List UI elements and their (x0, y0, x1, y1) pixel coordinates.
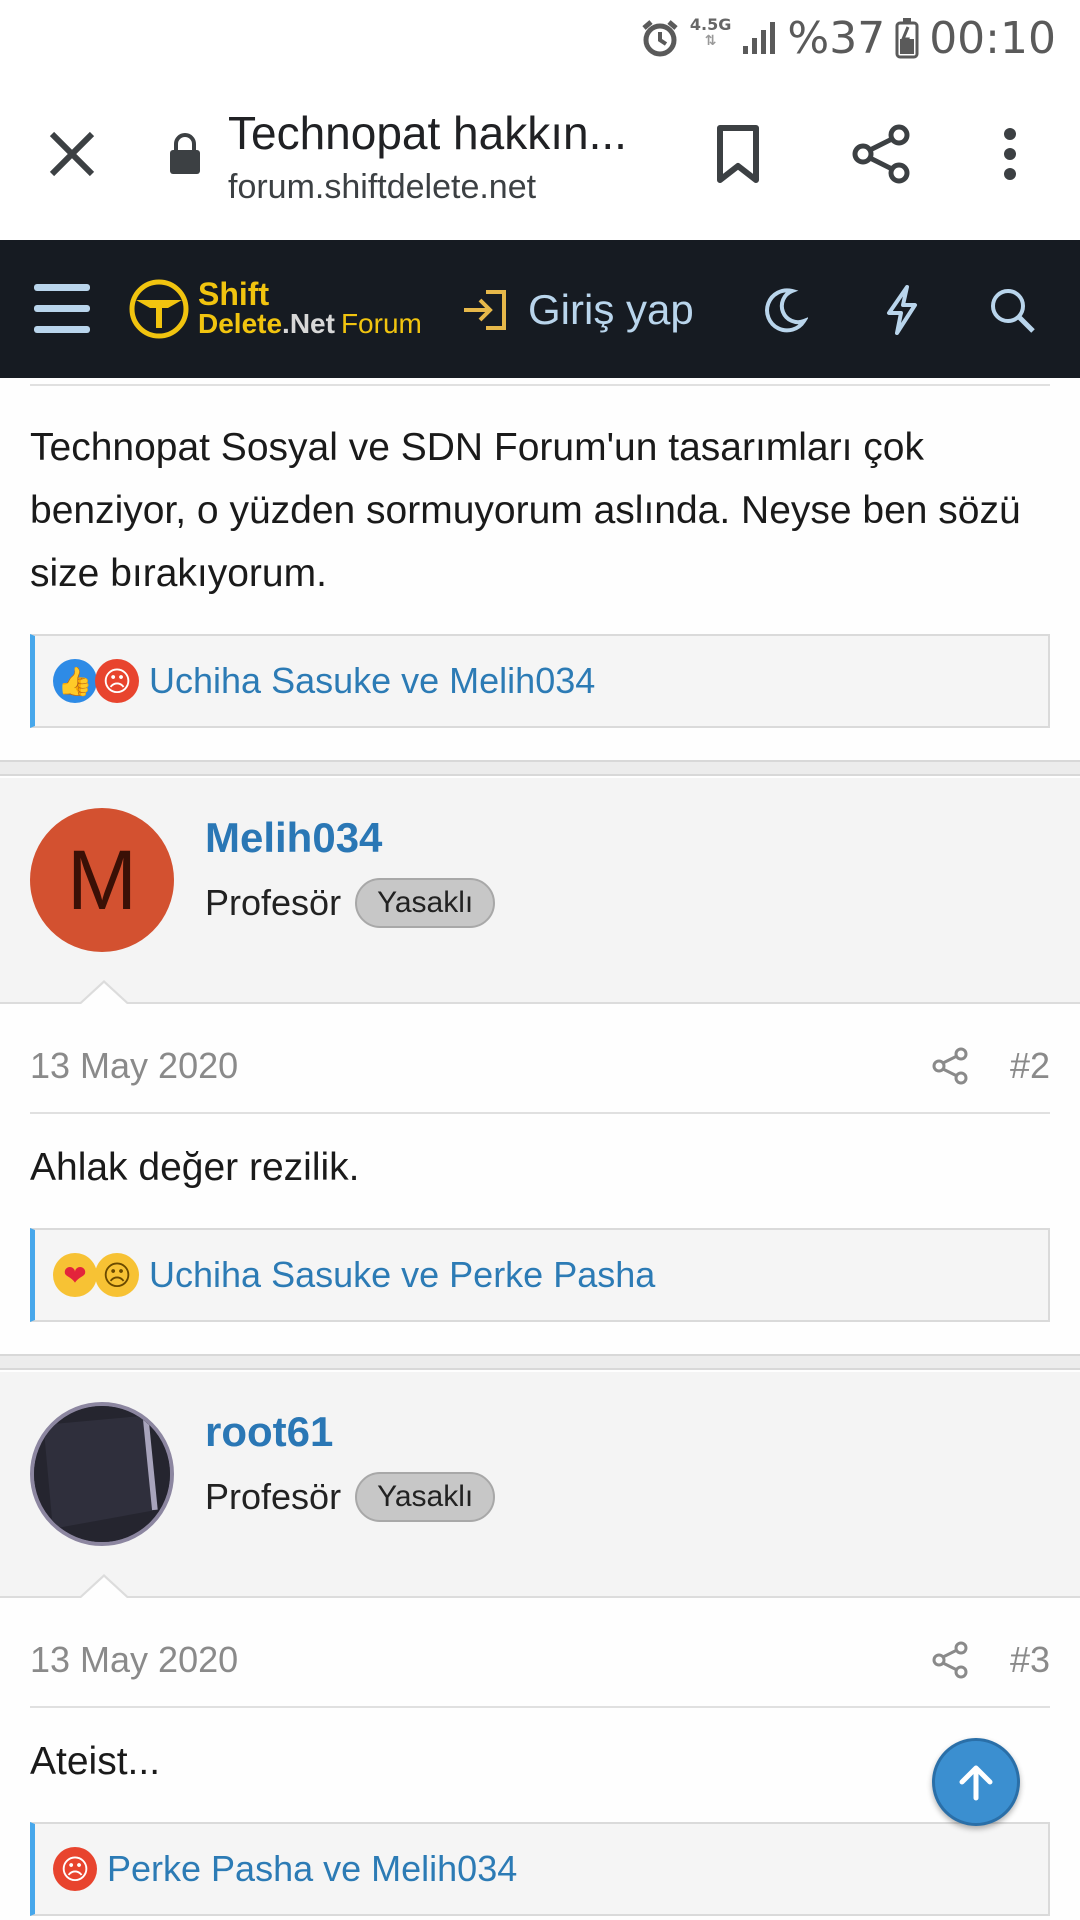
logo-shift: Shift (198, 276, 270, 312)
page-url[interactable]: forum.shiftdelete.net (228, 168, 536, 207)
lightning-icon (887, 285, 917, 335)
more-menu-button[interactable] (974, 118, 1046, 190)
avatar[interactable]: M (30, 808, 174, 952)
post-meta: 13 May 2020 #3 (30, 1614, 1050, 1708)
share-button[interactable] (846, 118, 918, 190)
post-date[interactable]: 13 May 2020 (30, 1639, 238, 1681)
reactions-bar[interactable]: ❤ ☹ Uchiha Sasuke ve Perke Pasha (30, 1228, 1050, 1322)
site-logo[interactable]: Shift Delete.Net Forum (128, 272, 422, 346)
angry-icon: ☹ (53, 1847, 97, 1891)
close-icon[interactable] (40, 122, 104, 186)
post-number[interactable]: #3 (1010, 1639, 1050, 1681)
whats-new-button[interactable] (872, 280, 932, 340)
share-icon (852, 124, 910, 184)
scroll-to-top-button[interactable] (932, 1738, 1020, 1826)
logo-forum: Forum (340, 308, 422, 339)
post-separator (0, 760, 1080, 776)
dark-mode-toggle[interactable] (755, 280, 815, 340)
browser-toolbar: Technopat hakkın... forum.shiftdelete.ne… (0, 76, 1080, 240)
search-icon (991, 289, 1035, 333)
login-icon (464, 290, 506, 330)
username[interactable]: Melih034 (205, 814, 382, 862)
login-label: Giriş yap (528, 286, 694, 333)
pointer-caret (78, 980, 130, 1005)
user-rank: Profesör (205, 1476, 342, 1517)
avatar[interactable] (30, 1402, 174, 1546)
post-meta: 13 May 2020 #2 (30, 1020, 1050, 1114)
reactions-users[interactable]: Uchiha Sasuke ve Perke Pasha (149, 1254, 655, 1296)
moon-icon (765, 288, 808, 333)
post-body: Ateist... (30, 1740, 161, 1783)
bookmark-icon (717, 125, 759, 183)
search-button[interactable] (982, 280, 1042, 340)
pointer-caret (78, 1574, 130, 1599)
logo-net: .Net (282, 308, 335, 339)
reactions-users[interactable]: Perke Pasha ve Melih034 (107, 1848, 517, 1890)
page-title: Technopat hakkın... (228, 107, 627, 159)
battery-icon (895, 18, 919, 59)
user-title: Profesör Yasaklı (205, 878, 496, 928)
arrow-up-icon (959, 1765, 993, 1801)
signal-icon (743, 22, 776, 54)
avatar-image (34, 1406, 170, 1542)
page: 4.5G ⇅ %37 00:10 Technopat hakkın... for… (0, 0, 1080, 1920)
reactions-bar[interactable]: ☹ Perke Pasha ve Melih034 (30, 1822, 1050, 1916)
user-rank: Profesör (205, 882, 342, 923)
bookmark-button[interactable] (702, 118, 774, 190)
logo-emblem-icon (129, 279, 189, 339)
alarm-icon (642, 20, 678, 57)
menu-icon[interactable] (34, 284, 90, 334)
post-body: Technopat Sosyal ve SDN Forum'un tasarım… (30, 426, 1021, 595)
user-title: Profesör Yasaklı (205, 1472, 496, 1522)
share-icon[interactable] (930, 1046, 970, 1086)
status-bar: 4.5G ⇅ %37 00:10 (0, 0, 1080, 76)
forum-header: Shift Delete.Net Forum Giriş yap (0, 240, 1080, 378)
post-date[interactable]: 13 May 2020 (30, 1045, 238, 1087)
status-badge: Yasaklı (355, 1472, 496, 1522)
confused-icon: ☹ (95, 1253, 139, 1297)
avatar-letter: M (67, 832, 137, 927)
logo-delete: Delete (198, 308, 283, 339)
reactions-bar[interactable]: 👍 ☹ Uchiha Sasuke ve Melih034 (30, 634, 1050, 728)
clock: 00:10 (929, 12, 1056, 64)
user-info: M Melih034 Profesör Yasaklı (0, 778, 1080, 1005)
login-button[interactable]: Giriş yap (462, 280, 694, 340)
angry-icon: ☹ (95, 659, 139, 703)
user-info: root61 Profesör Yasaklı (0, 1372, 1080, 1599)
lock-icon[interactable] (168, 132, 202, 176)
divider (30, 384, 1050, 386)
post-body: Ahlak değer rezilik. (30, 1146, 360, 1189)
love-icon: ❤ (53, 1253, 97, 1297)
network-type: 4.5G ⇅ (689, 15, 732, 50)
post-number[interactable]: #2 (1010, 1045, 1050, 1087)
share-icon[interactable] (930, 1640, 970, 1680)
more-vert-icon (1004, 128, 1016, 180)
username[interactable]: root61 (205, 1408, 333, 1456)
post-separator (0, 1354, 1080, 1370)
battery-percent: %37 (787, 12, 886, 64)
reactions-users[interactable]: Uchiha Sasuke ve Melih034 (149, 660, 595, 702)
like-icon: 👍 (53, 659, 97, 703)
status-badge: Yasaklı (355, 878, 496, 928)
